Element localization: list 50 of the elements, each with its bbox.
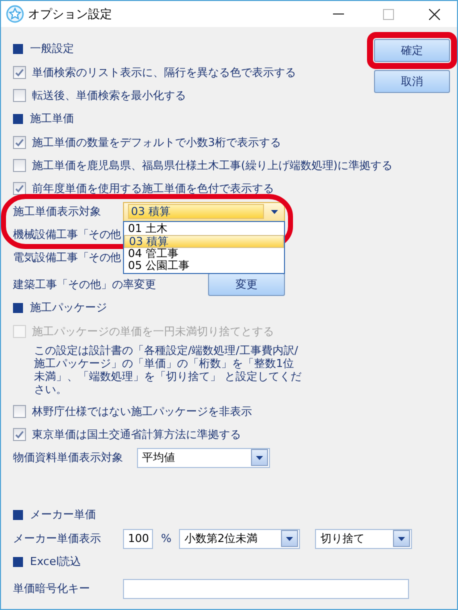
close-icon[interactable] <box>428 8 440 20</box>
percent-field[interactable]: 100 <box>123 528 153 548</box>
field-label: 施工単価表示対象 <box>13 204 102 218</box>
section-title: 施工単価 <box>30 112 74 126</box>
field-label: 物価資料単価表示対象 <box>13 450 124 464</box>
window-title: オプション設定 <box>28 6 112 22</box>
unit-label: % <box>161 532 172 546</box>
note-text: この設定は設計書の「各種設定/端数処理/工事費内訳/施工パッケージ」の「単価」の「桁数」を「整数1位未満」、「端数処理」を「切り捨て」 と設定してください。 <box>34 344 302 396</box>
checkbox[interactable] <box>13 182 26 195</box>
minimize-icon[interactable] <box>332 13 344 15</box>
checkbox[interactable] <box>13 405 26 418</box>
dropdown[interactable]: 小数第2位未満 <box>179 528 300 548</box>
app-icon <box>6 5 24 23</box>
checkbox-label[interactable]: 前年度単価を使用する施工単価を色付で表示する <box>32 182 274 196</box>
section-bullet-icon <box>13 303 23 313</box>
section-title: 施工パッケージ <box>30 301 107 315</box>
dropdown[interactable]: 03 積算 <box>123 202 285 222</box>
checkbox-label: 施工パッケージの単価を一円未満切り捨てとする <box>32 324 274 338</box>
dropdown[interactable]: 平均値 <box>137 448 270 468</box>
section-title: Excel読込 <box>30 555 82 569</box>
checkbox-label[interactable]: 施工単価の数量をデフォルトで小数3桁で表示する <box>32 136 281 150</box>
field-label: 単価暗号化キー <box>13 582 91 596</box>
dropdown-option[interactable]: 04 管工事 <box>124 248 284 260</box>
checkbox[interactable] <box>13 428 26 441</box>
dropdown[interactable]: 切り捨て <box>315 528 412 548</box>
checkbox[interactable] <box>13 66 26 79</box>
checkbox-label[interactable]: 施工単価を鹿児島県、福島県仕様土木工事(繰り上げ端数処理)に準拠する <box>32 158 393 172</box>
field-label: 機械設備工事「その他 <box>13 228 122 242</box>
field-label: 建築工事「その他」の率変更 <box>13 278 157 292</box>
section-bullet-icon <box>13 510 23 520</box>
section-bullet-icon <box>13 557 23 567</box>
checkbox-label[interactable]: 転送後、単価検索を最小化する <box>32 88 186 102</box>
field-label: 電気設備工事「その他 <box>13 250 122 264</box>
checkbox-label[interactable]: 林野庁仕様ではない施工パッケージを非表示 <box>32 404 252 418</box>
change-button[interactable]: 変更 <box>208 273 285 296</box>
field-label: メーカー単価表示 <box>13 532 102 546</box>
cancel-button[interactable]: 取消 <box>374 70 450 93</box>
text-field[interactable] <box>123 579 409 599</box>
checkbox[interactable] <box>13 89 26 102</box>
section-title: 一般設定 <box>30 42 74 56</box>
dropdown-option[interactable]: 03 積算 <box>124 235 284 248</box>
section-bullet-icon <box>13 44 23 54</box>
checkbox[interactable] <box>13 136 26 149</box>
section-title: メーカー単価 <box>30 508 96 522</box>
dropdown-option[interactable]: 05 公園工事 <box>124 260 284 272</box>
checkbox-label[interactable]: 東京単価は国土交通省計算方法に準拠する <box>32 428 241 442</box>
checkbox[interactable] <box>13 159 26 172</box>
checkbox-label[interactable]: 単価検索のリスト表示に、隔行を異なる色で表示する <box>32 66 296 80</box>
dropdown-option[interactable]: 01 土木 <box>124 223 284 235</box>
section-bullet-icon <box>13 114 23 124</box>
